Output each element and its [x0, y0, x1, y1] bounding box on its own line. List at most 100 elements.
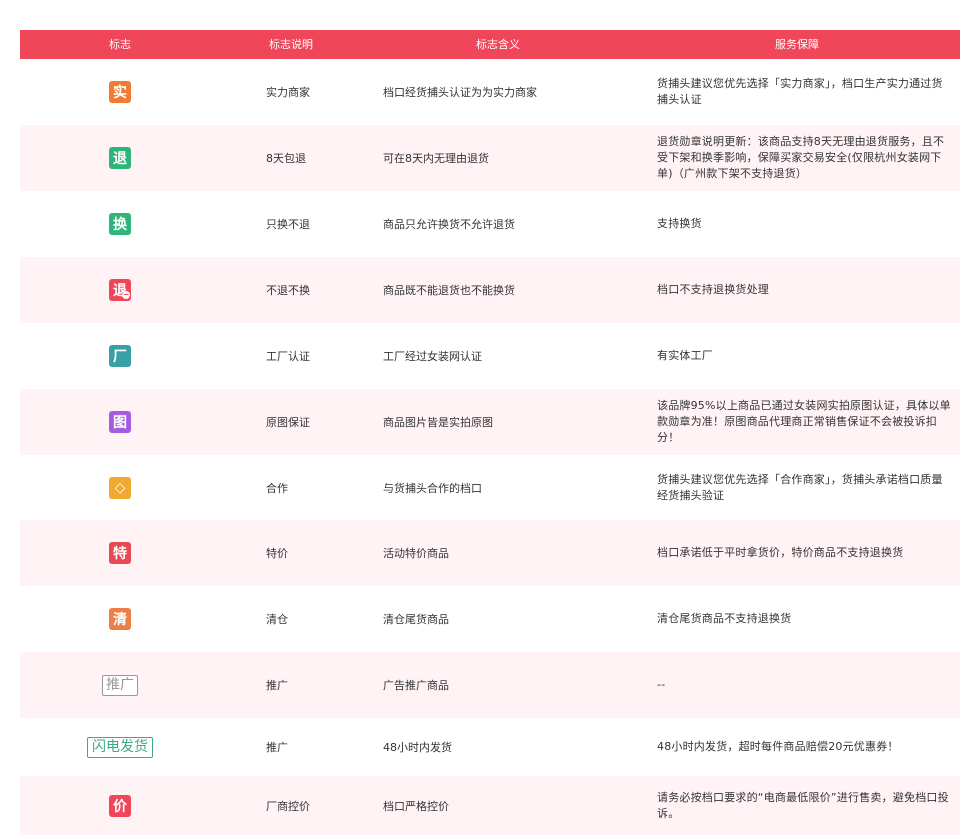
tui-badge-icon: 退: [109, 147, 131, 169]
table-row: 厂 工厂认证 工厂经过女装网认证 有实体工厂: [20, 323, 960, 389]
badge-name-text: 原图保证: [266, 416, 310, 429]
badge-meaning: 48小时内发货: [383, 718, 643, 776]
table-row: 退 8天包退 可在8天内无理由退货 退货勋章说明更新：该商品支持8天无理由退货服务，且…: [20, 125, 960, 191]
icon-cell: 闪电发货: [20, 718, 220, 776]
table-row: 清 清仓 清仓尾货商品 清仓尾货商品不支持退换货: [20, 586, 960, 652]
header-name: 标志说明: [269, 38, 313, 51]
service-guarantee-text: 档口承诺低于平时拿货价，特价商品不支持退换货: [657, 546, 904, 559]
badge-name: 合作: [266, 455, 366, 520]
badge-glyph: 特: [113, 546, 127, 562]
badge-meaning: 清仓尾货商品: [383, 586, 643, 652]
badge-meaning: 可在8天内无理由退货: [383, 125, 643, 191]
badge-meaning-text: 48小时内发货: [383, 741, 452, 754]
table-row: 特 特价 活动特价商品 档口承诺低于平时拿货价，特价商品不支持退换货: [20, 520, 960, 586]
badge-name: 清仓: [266, 586, 366, 652]
badge-glyph: 厂: [113, 349, 127, 365]
badge-glyph: 换: [113, 217, 127, 233]
icon-cell: 实: [20, 59, 220, 125]
badge-meaning-text: 广告推广商品: [383, 679, 449, 692]
badge-meaning-text: 档口严格控价: [383, 799, 449, 813]
no-return-badge-icon: 退 −: [109, 279, 131, 301]
clearance-badge-icon: 清: [109, 608, 131, 630]
badge-name-text: 8天包退: [266, 152, 306, 165]
service-guarantee: 档口承诺低于平时拿货价，特价商品不支持退换货: [657, 520, 953, 586]
service-guarantee: --: [657, 652, 953, 718]
badge-meaning-text: 清仓尾货商品: [383, 613, 449, 626]
badge-meaning-text: 与货捕头合作的档口: [383, 481, 482, 495]
badge-name-text: 合作: [266, 481, 288, 495]
icon-cell: 退: [20, 125, 220, 191]
table-row: 闪电发货 推广 48小时内发货 48小时内发货，超时每件商品赔偿20元优惠券！: [20, 718, 960, 776]
handshake-badge-icon: ◇: [109, 476, 131, 499]
badge-meaning-text: 活动特价商品: [383, 547, 449, 560]
badge-name: 不退不换: [266, 257, 366, 323]
badge-meaning: 档口经货捕头认证为为实力商家: [383, 59, 643, 125]
badge-name-text: 清仓: [266, 613, 288, 626]
photo-badge-icon: 图: [109, 411, 131, 433]
badge-legend-table: 标志 标志说明 标志含义 服务保障 实实力商家 档口经货捕头认证为为实力商家 货捕头…: [20, 30, 960, 835]
badge-glyph: 清: [113, 612, 127, 628]
badge-name: 只换不退: [266, 191, 366, 257]
service-guarantee-text: 48小时内发货，超时每件商品赔偿20元优惠券！: [657, 740, 899, 753]
icon-cell: ◇: [20, 455, 220, 520]
icon-cell: 退 −: [20, 257, 220, 323]
factory-badge-icon: 厂: [109, 345, 131, 367]
badge-name-text: 实力商家: [266, 86, 310, 99]
huan-badge-icon: 换: [109, 213, 131, 235]
service-guarantee-text: 有实体工厂: [657, 349, 713, 362]
badge-name-text: 推广: [266, 741, 288, 754]
badge-name: 8天包退: [266, 125, 366, 191]
table-row: 图 原图保证 商品图片皆是实拍原图 该品牌95%以上商品已通过女装网实拍原图认证，具体…: [20, 389, 960, 455]
table-row: 实 实力商家 档口经货捕头认证为为实力商家 货捕头建议您优先选择「实力商家」，档口生产…: [20, 59, 960, 125]
badge-glyph: 图: [113, 415, 127, 431]
service-guarantee-text: 请务必按档口要求的“电商最低限价”进行售卖，避免档口投诉。: [657, 790, 949, 820]
icon-cell: 图: [20, 389, 220, 455]
service-guarantee: 48小时内发货，超时每件商品赔偿20元优惠券！: [657, 718, 953, 776]
badge-meaning-text: 商品只允许换货不允许退货: [383, 218, 515, 231]
table-row: 推广 推广 广告推广商品 --: [20, 652, 960, 718]
badge-meaning: 商品只允许换货不允许退货: [383, 191, 643, 257]
badge-meaning: 与货捕头合作的档口: [383, 455, 643, 520]
service-guarantee-text: --: [657, 678, 666, 691]
badge-meaning: 商品图片皆是实拍原图: [383, 389, 643, 455]
badge-name: 推广: [266, 718, 366, 776]
badge-name: 推广: [266, 652, 366, 718]
service-guarantee-text: 该品牌95%以上商品已通过女装网实拍原图认证，具体以单款勋章为准！原图商品代理商…: [657, 399, 951, 444]
table-header: 标志 标志说明 标志含义 服务保障: [20, 30, 960, 59]
icon-cell: 特: [20, 520, 220, 586]
service-guarantee: 请务必按档口要求的“电商最低限价”进行售卖，避免档口投诉。: [657, 776, 953, 835]
badge-name: 原图保证: [266, 389, 366, 455]
table-row: 价 厂商控价 档口严格控价 请务必按档口要求的“电商最低限价”进行售卖，避免档口投诉。: [20, 776, 960, 835]
service-guarantee-text: 支持换货: [657, 217, 702, 230]
badge-name-text: 厂商控价: [266, 799, 310, 813]
promo-badge-icon: 推广: [102, 674, 138, 696]
service-guarantee: 支持换货: [657, 191, 953, 257]
service-guarantee: 退货勋章说明更新：该商品支持8天无理由退货服务，且不受下架和换季影响，保障买家交…: [657, 125, 953, 191]
badge-name-text: 特价: [266, 547, 288, 560]
badge-meaning-text: 商品图片皆是实拍原图: [383, 416, 493, 429]
service-guarantee: 有实体工厂: [657, 323, 953, 389]
service-guarantee: 该品牌95%以上商品已通过女装网实拍原图认证，具体以单款勋章为准！原图商品代理商…: [657, 389, 953, 455]
badge-meaning-text: 商品既不能退货也不能换货: [383, 284, 515, 297]
service-guarantee-text: 货捕头建议您优先选择「实力商家」，档口生产实力通过货捕头认证: [657, 77, 943, 106]
service-guarantee-text: 清仓尾货商品不支持退换货: [657, 612, 792, 625]
badge-glyph: 价: [113, 798, 127, 815]
badge-meaning: 活动特价商品: [383, 520, 643, 586]
badge-meaning: 商品既不能退货也不能换货: [383, 257, 643, 323]
minus-icon: −: [122, 290, 130, 299]
fast-ship-badge-icon: 闪电发货: [87, 736, 153, 758]
icon-cell: 换: [20, 191, 220, 257]
badge-glyph: 实: [113, 85, 127, 101]
badge-name: 实力商家: [266, 59, 366, 125]
table-row: 换 只换不退 商品只允许换货不允许退货 支持换货: [20, 191, 960, 257]
table-body: 实 实力商家 档口经货捕头认证为为实力商家 货捕头建议您优先选择「实力商家」，档口生产…: [20, 59, 960, 835]
service-guarantee-text: 货捕头建议您优先选择「合作商家」，货捕头承诺档口质量经货捕头验证: [657, 472, 943, 502]
service-guarantee: 货捕头建议您优先选择「合作商家」，货捕头承诺档口质量经货捕头验证: [657, 455, 953, 520]
sale-badge-icon: 特: [109, 542, 131, 564]
service-guarantee-text: 档口不支持退换货处理: [657, 283, 769, 296]
price-control-badge-icon: 价: [109, 794, 131, 817]
badge-meaning-text: 工厂经过女装网认证: [383, 350, 482, 363]
badge-meaning-text: 可在8天内无理由退货: [383, 152, 489, 165]
header-meaning: 标志含义: [476, 38, 520, 51]
icon-cell: 价: [20, 776, 220, 835]
